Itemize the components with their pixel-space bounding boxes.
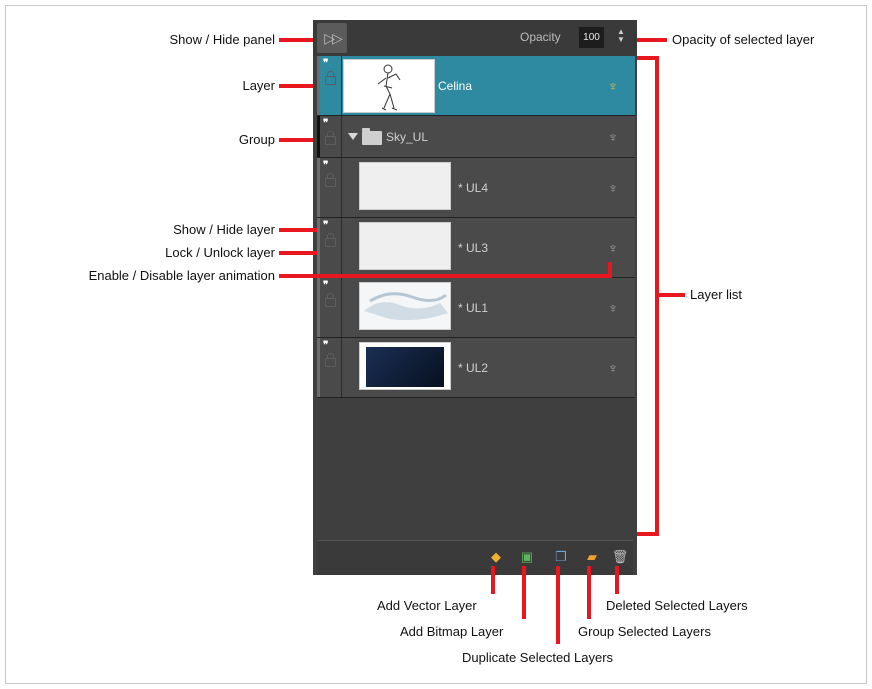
leader-line — [655, 293, 685, 297]
layer-color-bar — [317, 158, 320, 217]
show-hide-panel-button[interactable]: ▷▷ — [317, 23, 347, 53]
gradient-thumbnail — [366, 347, 444, 387]
leader-line — [279, 251, 317, 255]
label-group-selected-layers: Group Selected Layers — [578, 624, 711, 639]
layer-controls: ❞ — [317, 116, 342, 157]
label-show-hide-layer: Show / Hide layer — [173, 222, 275, 237]
layer-thumbnail — [359, 282, 451, 330]
layer-row[interactable]: ❞ * UL4 ♆ — [317, 158, 635, 218]
opacity-label: Opacity — [520, 30, 561, 44]
leader-line — [637, 38, 667, 42]
lock-icon[interactable] — [325, 353, 336, 367]
layer-controls: ❞ — [317, 56, 342, 115]
layer-color-bar — [317, 218, 320, 277]
expand-triangle-icon[interactable] — [348, 133, 358, 140]
layer-controls: ❞ — [317, 218, 342, 277]
layers-panel: ▷▷ Opacity 100 ▲ ▼ ❞ Celina ♆ ❞ Sky_UL ♆… — [313, 20, 637, 575]
opacity-input[interactable]: 100 — [579, 27, 604, 48]
character-sketch-thumbnail — [377, 64, 401, 111]
stick-figure-icon[interactable]: ♆ — [607, 238, 619, 258]
label-deleted-selected-layers: Deleted Selected Layers — [606, 598, 748, 613]
layer-row[interactable]: ❞ Celina ♆ — [317, 56, 635, 116]
layer-thumbnail — [359, 222, 451, 270]
label-layer: Layer — [242, 78, 275, 93]
label-opacity: Opacity of selected layer — [672, 32, 815, 47]
lock-icon[interactable] — [325, 293, 336, 307]
folder-icon — [362, 128, 382, 145]
eye-icon[interactable]: ❞ — [323, 161, 328, 171]
stick-figure-icon[interactable]: ♆ — [607, 178, 619, 198]
layer-color-bar — [317, 278, 320, 337]
leader-line — [587, 566, 591, 619]
layer-row[interactable]: ❞ * UL3 ♆ — [317, 218, 635, 278]
stick-figure-icon[interactable]: ♆ — [607, 127, 619, 147]
layer-name[interactable]: Celina — [438, 56, 472, 116]
layer-name[interactable]: * UL4 — [458, 158, 488, 218]
layer-color-bar — [317, 56, 320, 115]
leader-line — [556, 566, 560, 644]
chevron-down-icon: ▼ — [617, 35, 625, 44]
lock-icon[interactable] — [325, 173, 336, 187]
duplicate-layers-icon[interactable]: ❐ — [552, 547, 570, 567]
add-vector-layer-icon[interactable]: ◆ — [487, 547, 505, 567]
panel-toolbar: ▷▷ Opacity 100 ▲ ▼ — [313, 20, 637, 56]
eye-icon[interactable]: ❞ — [323, 341, 328, 351]
layer-color-bar — [317, 116, 320, 157]
leader-line — [279, 228, 317, 232]
panel-bottom-toolbar: ◆ ▣ ❐ ▰ 🗑 — [317, 540, 633, 575]
leader-line — [279, 274, 610, 278]
lock-icon[interactable] — [325, 233, 336, 247]
leader-line — [279, 138, 313, 142]
group-layers-icon[interactable]: ▰ — [583, 547, 601, 567]
layer-thumbnail — [359, 342, 451, 390]
bracket-line — [637, 532, 659, 536]
layer-name[interactable]: * UL1 — [458, 278, 488, 338]
leader-line — [279, 38, 313, 42]
add-bitmap-layer-icon[interactable]: ▣ — [518, 547, 536, 567]
layer-controls: ❞ — [317, 158, 342, 217]
trash-icon[interactable]: 🗑 — [611, 547, 629, 567]
eye-icon[interactable]: ❞ — [323, 281, 328, 291]
leader-line — [491, 566, 495, 594]
layer-row[interactable]: ❞ * UL1 ♆ — [317, 278, 635, 338]
label-lock-unlock-layer: Lock / Unlock layer — [165, 245, 275, 260]
layer-thumbnail — [343, 59, 435, 113]
stick-figure-icon[interactable]: ♆ — [607, 298, 619, 318]
stick-figure-icon[interactable]: ♆ — [607, 76, 619, 96]
label-duplicate-selected-layers: Duplicate Selected Layers — [462, 650, 614, 665]
leader-line — [615, 566, 619, 594]
layer-row[interactable]: ❞ * UL2 ♆ — [317, 338, 635, 398]
label-add-vector-layer: Add Vector Layer — [377, 598, 477, 613]
double-chevron-right-icon: ▷▷ — [324, 30, 342, 46]
eye-icon[interactable]: ❞ — [323, 119, 328, 129]
layer-list: ❞ Celina ♆ ❞ Sky_UL ♆ ❞ * UL4 ♆ ❞ * UL3 … — [317, 56, 635, 400]
opacity-stepper[interactable]: ▲ ▼ — [617, 28, 625, 44]
group-name[interactable]: Sky_UL — [386, 116, 428, 158]
layer-controls: ❞ — [317, 278, 342, 337]
lock-icon[interactable] — [325, 71, 336, 85]
label-group: Group — [238, 132, 275, 147]
clouds-thumbnail — [364, 292, 448, 321]
layer-controls: ❞ — [317, 338, 342, 397]
leader-line — [608, 262, 612, 278]
layer-name[interactable]: * UL2 — [458, 338, 488, 398]
lock-icon[interactable] — [325, 131, 336, 145]
group-row[interactable]: ❞ Sky_UL ♆ — [317, 116, 635, 158]
eye-icon[interactable]: ❞ — [323, 221, 328, 231]
layer-color-bar — [317, 338, 320, 397]
label-show-hide-panel: Show / Hide panel — [169, 32, 275, 47]
label-add-bitmap-layer: Add Bitmap Layer — [400, 624, 504, 639]
leader-line — [279, 84, 313, 88]
leader-line — [522, 566, 526, 619]
layer-name[interactable]: * UL3 — [458, 218, 488, 278]
eye-icon[interactable]: ❞ — [323, 59, 328, 69]
layer-thumbnail — [359, 162, 451, 210]
stick-figure-icon[interactable]: ♆ — [607, 358, 619, 378]
label-layer-list: Layer list — [690, 287, 743, 302]
label-enable-disable-animation: Enable / Disable layer animation — [88, 268, 275, 283]
